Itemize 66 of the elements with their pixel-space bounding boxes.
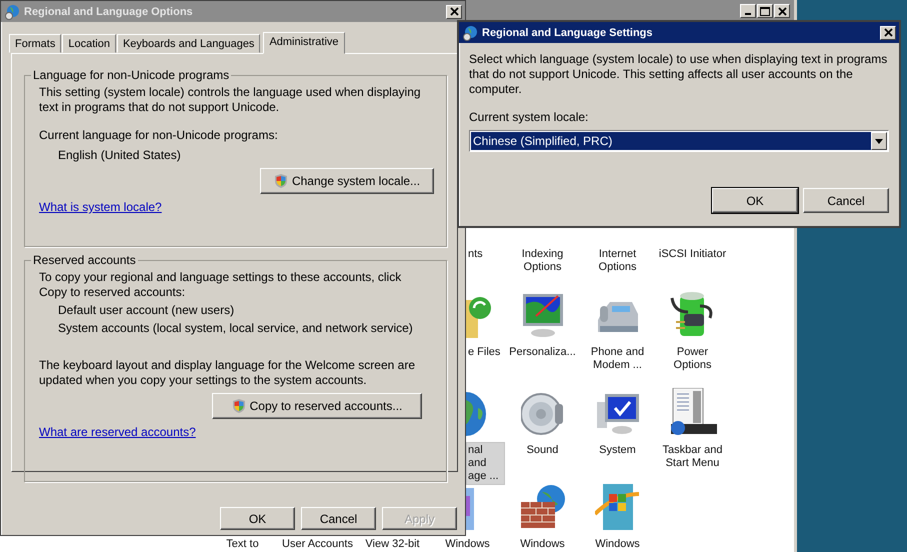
minimize-button[interactable] <box>740 4 756 18</box>
window-title: Regional and Language Options <box>24 6 194 18</box>
control-panel-item[interactable]: Windows <box>443 536 492 552</box>
dialog-button[interactable]: OK <box>712 188 798 213</box>
control-panel-item[interactable]: Power Options <box>655 344 730 374</box>
close-icon <box>450 7 458 16</box>
close-icon <box>884 28 892 37</box>
account-text: System accounts (local system, local service, and network service) <box>57 321 414 336</box>
control-panel-item[interactable]: Indexing Options <box>505 246 580 276</box>
maximize-button[interactable] <box>757 4 773 18</box>
description-text: This setting (system locale) controls the language used when displaying text in programs that do not support Unicode. <box>39 85 422 115</box>
document-window-icon[interactable] <box>668 388 716 436</box>
dropdown-arrow-icon <box>875 138 883 144</box>
control-panel-item[interactable]: nal and age ... <box>466 442 505 485</box>
window-title: Regional and Language Settings <box>482 26 654 38</box>
folder-icon[interactable] <box>466 294 492 338</box>
computer-check-icon[interactable] <box>594 392 640 436</box>
current-language-text: English (United States) <box>57 148 182 163</box>
close-button[interactable] <box>880 26 896 40</box>
dialog-button[interactable]: Cancel <box>301 507 376 530</box>
control-panel-item[interactable]: Windows <box>518 536 567 552</box>
control-panel-item[interactable]: Sound <box>524 442 560 459</box>
tab[interactable]: Administrative <box>263 32 345 54</box>
control-panel-item[interactable]: nts <box>466 246 485 263</box>
control-panel-item[interactable]: User Accounts <box>280 536 355 552</box>
control-panel-item[interactable]: Personaliza... <box>507 344 578 361</box>
account-text: Default user account (new users) <box>57 303 236 318</box>
windows-box-icon[interactable] <box>594 484 640 530</box>
group-title: Reserved accounts <box>32 253 137 267</box>
control-panel-item[interactable]: View 32-bit <box>363 536 422 552</box>
help-link[interactable]: What is system locale? <box>39 200 162 214</box>
close-icon <box>778 6 786 16</box>
speaker-icon[interactable] <box>520 392 564 436</box>
field-label: Current language for non-Unicode programs: <box>39 128 279 143</box>
control-panel-item[interactable]: Phone and Modem ... <box>580 344 655 374</box>
battery-plug-icon[interactable] <box>670 290 716 338</box>
group-title: Language for non-Unicode programs <box>32 68 230 82</box>
control-panel-item[interactable]: iSCSI Initiator <box>656 246 728 263</box>
tab[interactable]: Keyboards and Languages <box>116 34 260 53</box>
globe-clock-icon <box>462 24 478 40</box>
control-panel-item[interactable]: Internet Options <box>580 246 655 276</box>
change-locale-button[interactable]: Change system locale... <box>260 168 434 194</box>
minimize-icon <box>745 13 751 15</box>
close-button[interactable] <box>774 4 790 18</box>
maximize-icon <box>760 6 770 16</box>
dialog-button[interactable]: Cancel <box>803 188 889 213</box>
tab[interactable]: Formats <box>9 34 62 53</box>
globe-clock-icon <box>4 4 20 20</box>
control-panel-item[interactable]: System <box>597 442 638 459</box>
help-link[interactable]: What are reserved accounts? <box>39 425 196 439</box>
dialog-button[interactable]: OK <box>220 507 295 530</box>
field-label: Current system locale: <box>469 110 590 125</box>
tab[interactable]: Location <box>62 34 116 53</box>
control-panel-item[interactable]: Taskbar and Start Menu <box>655 442 730 472</box>
control-panel-item[interactable]: e Files <box>466 344 502 361</box>
description-text: To copy your regional and language settings to these accounts, click Copy to reserved accounts: <box>39 270 402 300</box>
copy-accounts-button[interactable]: Copy to reserved accounts... <box>212 393 422 419</box>
control-panel-item[interactable]: Windows <box>593 536 642 552</box>
control-panel-item[interactable]: Text to <box>224 536 261 552</box>
locale-dropdown[interactable]: Chinese (Simplified, PRC) <box>469 130 889 152</box>
description-text: Select which language (system locale) to use when displaying text in programs that do not support Unicode. This setting affects all user accounts on the computer. <box>469 52 888 97</box>
shield-icon <box>232 398 246 414</box>
monitor-icon[interactable] <box>520 292 564 338</box>
note-text: The keyboard layout and display language for the Welcome screen are updated when you copy your settings to the system accounts. <box>39 358 416 388</box>
brick-wall-globe-icon[interactable] <box>520 484 566 530</box>
shield-icon <box>274 173 288 189</box>
